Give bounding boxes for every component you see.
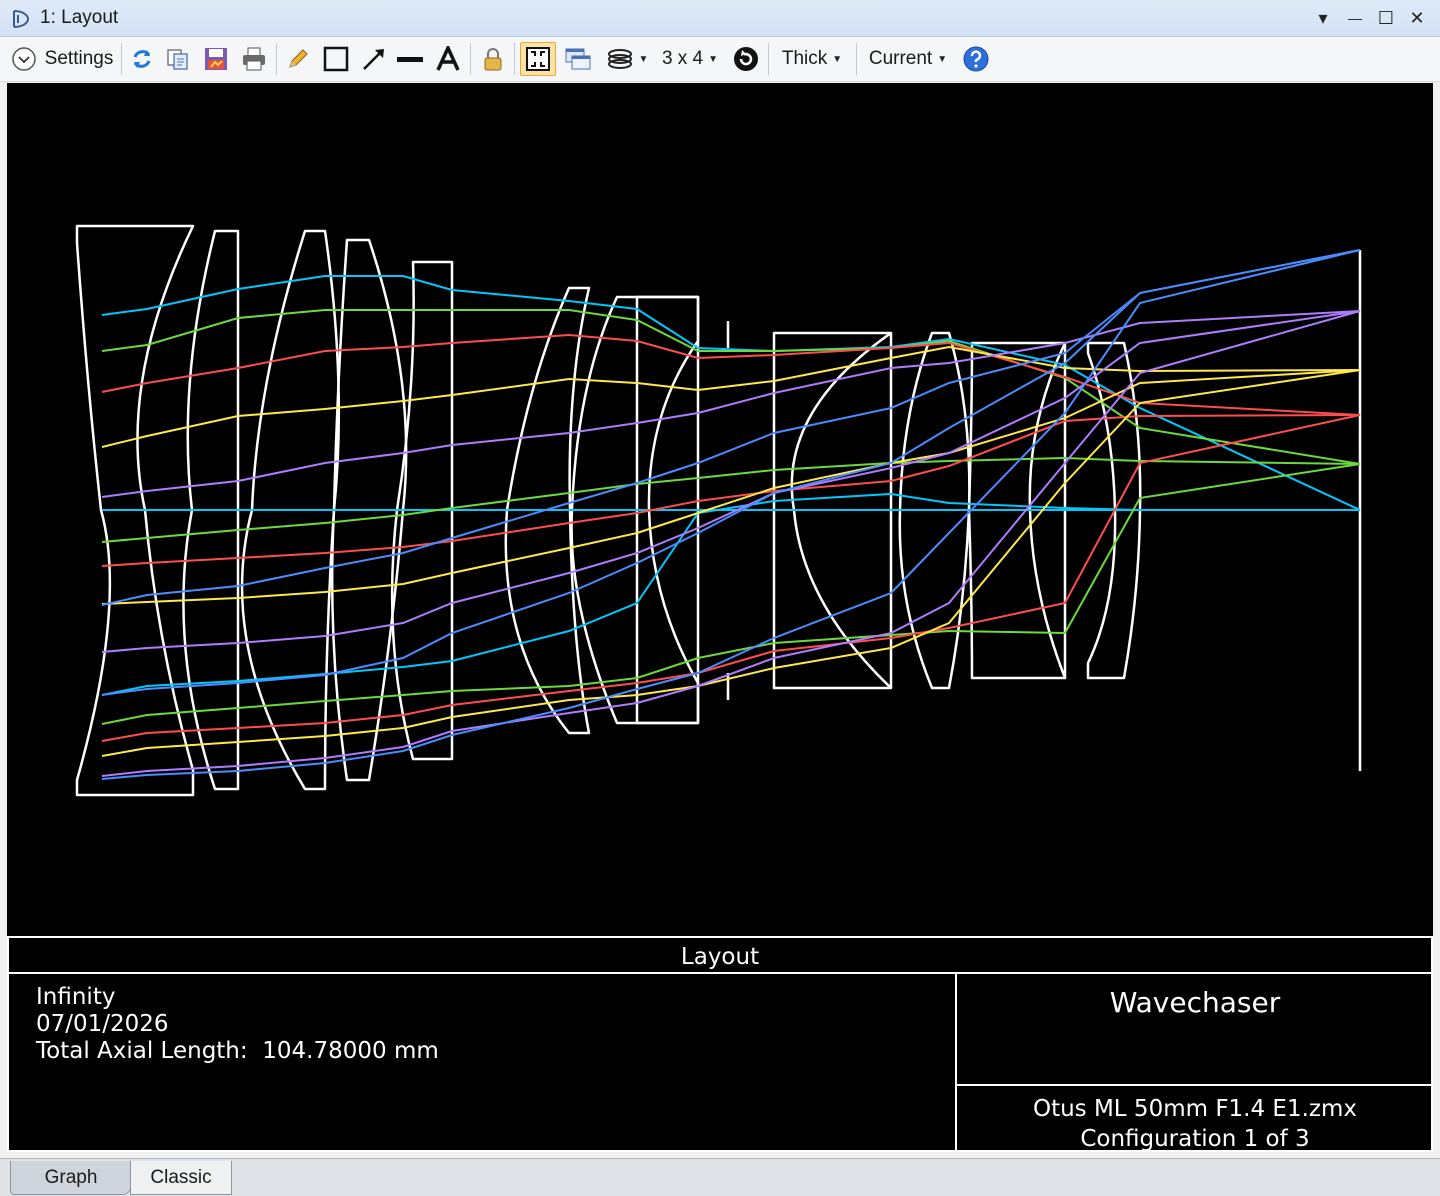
windows-icon bbox=[565, 48, 591, 70]
total-axial-length: Total Axial Length: 104.78000 mm bbox=[36, 1038, 439, 1064]
zoom-window-icon bbox=[526, 47, 550, 71]
windows-button[interactable] bbox=[562, 42, 594, 76]
toolbar: Settings ▼ 3 x 4 ▼ Thick ▼ Current ▼ bbox=[0, 37, 1440, 82]
plot-caption: Layout bbox=[680, 944, 760, 970]
arrow-tool[interactable] bbox=[358, 42, 390, 76]
help-button[interactable] bbox=[960, 42, 992, 76]
line-thickness-label: Thick bbox=[781, 48, 828, 69]
line-tool[interactable] bbox=[394, 42, 426, 76]
minimize-button[interactable]: — bbox=[1342, 5, 1368, 31]
configuration-info: Configuration 1 of 3 bbox=[1080, 1126, 1310, 1152]
ray-trace bbox=[101, 249, 1361, 696]
company-name: Wavechaser bbox=[1109, 986, 1281, 1019]
arrow-icon bbox=[363, 49, 384, 70]
pencil-icon bbox=[289, 49, 308, 68]
save-icon bbox=[205, 48, 227, 70]
chevron-down-icon: ▼ bbox=[832, 53, 843, 65]
info-block: Layout Infinity 07/01/2026 Total Axial L… bbox=[7, 936, 1433, 1152]
layers-icon bbox=[607, 49, 632, 69]
view-tabs: Graph Classic bbox=[0, 1158, 1440, 1196]
line-icon bbox=[397, 57, 423, 62]
divider bbox=[955, 1084, 1431, 1086]
chevron-down-icon: ▼ bbox=[937, 53, 948, 65]
settings-button[interactable]: Settings bbox=[8, 42, 116, 76]
text-tool[interactable] bbox=[432, 42, 464, 76]
zoom-window-button[interactable] bbox=[520, 42, 556, 76]
pencil-tool[interactable] bbox=[284, 42, 312, 76]
chevron-down-icon: ▼ bbox=[708, 53, 719, 65]
file-info: Otus ML 50mm F1.4 E1.zmx Configuration 1… bbox=[959, 1094, 1431, 1154]
expand-circle-icon bbox=[11, 47, 36, 71]
chevron-down-icon: ▾ bbox=[1318, 7, 1328, 28]
print-button[interactable] bbox=[240, 42, 268, 76]
ray-trace bbox=[101, 369, 1361, 757]
lock-icon bbox=[484, 48, 502, 71]
copy-button[interactable] bbox=[164, 42, 192, 76]
reset-button[interactable] bbox=[730, 42, 762, 76]
save-button[interactable] bbox=[202, 42, 230, 76]
ray-trace bbox=[101, 414, 1361, 742]
text-icon bbox=[436, 46, 460, 71]
tab-classic[interactable]: Classic bbox=[130, 1161, 232, 1195]
print-icon bbox=[243, 47, 265, 71]
title-bar: 1: Layout ▾ — ☐ ✕ bbox=[0, 0, 1440, 37]
grid-size-label: 3 x 4 bbox=[661, 48, 704, 69]
app-icon bbox=[13, 10, 30, 28]
file-name: Otus ML 50mm F1.4 E1.zmx bbox=[1032, 1096, 1358, 1122]
object-distance: Infinity bbox=[36, 984, 116, 1010]
lens-layout-drawing bbox=[75, 224, 1362, 797]
copy-icon bbox=[167, 49, 188, 70]
configuration-dropdown[interactable]: Current ▼ bbox=[864, 42, 952, 76]
refresh-button[interactable] bbox=[128, 42, 156, 76]
help-icon bbox=[963, 46, 989, 72]
window-menu-button[interactable]: ▾ bbox=[1310, 5, 1336, 31]
lock-button[interactable] bbox=[478, 42, 508, 76]
ray-trace bbox=[101, 310, 1361, 653]
divider bbox=[9, 972, 1431, 974]
close-button[interactable]: ✕ bbox=[1404, 5, 1430, 31]
maximize-icon: ☐ bbox=[1377, 7, 1395, 28]
rectangle-tool[interactable] bbox=[320, 42, 352, 76]
ray-trace bbox=[101, 249, 1361, 606]
ray-trace bbox=[101, 414, 1361, 567]
plot-date: 07/01/2026 bbox=[36, 1011, 169, 1037]
layers-dropdown[interactable]: ▼ bbox=[604, 42, 650, 76]
chevron-down-icon: ▼ bbox=[638, 53, 649, 65]
minimize-icon: — bbox=[1348, 10, 1362, 26]
tab-graph[interactable]: Graph bbox=[10, 1161, 132, 1195]
line-thickness-dropdown[interactable]: Thick ▼ bbox=[776, 42, 848, 76]
ray-trace bbox=[101, 333, 1361, 416]
settings-label: Settings bbox=[44, 48, 114, 69]
plot-metadata: Infinity 07/01/2026 Total Axial Length: … bbox=[36, 984, 439, 1065]
grid-size-dropdown[interactable]: 3 x 4 ▼ bbox=[658, 42, 722, 76]
ray-trace bbox=[101, 345, 1361, 448]
maximize-button[interactable]: ☐ bbox=[1373, 5, 1399, 31]
reset-icon bbox=[734, 47, 758, 71]
rectangle-icon bbox=[323, 46, 349, 72]
close-icon: ✕ bbox=[1409, 7, 1425, 28]
divider bbox=[955, 972, 957, 1150]
refresh-icon bbox=[133, 50, 151, 68]
layout-plot[interactable] bbox=[7, 83, 1433, 936]
window-title: 1: Layout bbox=[40, 7, 119, 28]
configuration-label: Current bbox=[868, 48, 933, 69]
ray-trace bbox=[101, 249, 1361, 780]
